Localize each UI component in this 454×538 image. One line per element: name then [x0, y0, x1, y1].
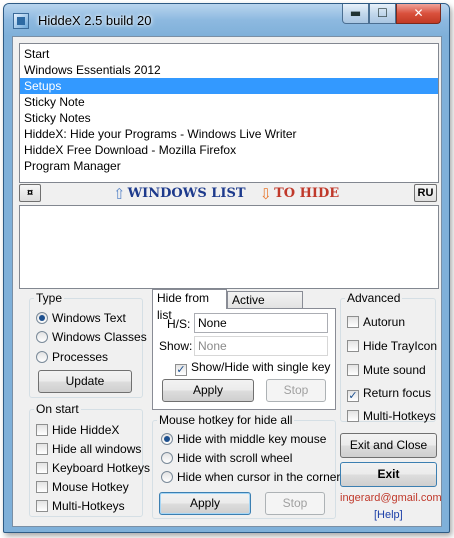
radio-processes[interactable]: Processes: [36, 349, 108, 365]
radio-icon[interactable]: [36, 351, 48, 363]
checkbox-icon[interactable]: [347, 364, 359, 376]
radio-scroll-wheel[interactable]: Hide with scroll wheel: [161, 450, 292, 466]
checkbox-icon[interactable]: [36, 462, 48, 474]
title-bar[interactable]: HiddeX 2.5 build 20 ▬ ☐ ✕: [4, 4, 449, 36]
windows-list-label: WINDOWS LIST: [127, 186, 246, 201]
show-hotkey-field[interactable]: None: [194, 336, 328, 356]
type-group: Type Windows Text Windows Classes Proces…: [29, 291, 147, 398]
list-transfer-bar: ¤ ⇧ WINDOWS LIST ⇩ TO HIDE RU: [19, 184, 439, 204]
check-mute-sound[interactable]: Mute sound: [347, 362, 426, 378]
list-item[interactable]: Start: [20, 46, 438, 62]
radio-windows-classes[interactable]: Windows Classes: [36, 329, 147, 345]
radio-icon[interactable]: [161, 433, 173, 445]
check-single-key[interactable]: ✓ Show/Hide with single key: [175, 359, 330, 376]
mouse-apply-button[interactable]: Apply: [159, 492, 251, 515]
help-link[interactable]: [Help]: [374, 509, 403, 521]
check-return-focus[interactable]: ✓ Return focus: [347, 385, 431, 402]
checkbox-checked-icon[interactable]: ✓: [347, 390, 359, 402]
checkbox-icon[interactable]: [347, 316, 359, 328]
type-group-title: Type: [34, 291, 65, 305]
minimize-button[interactable]: ▬: [342, 4, 369, 24]
checkbox-icon[interactable]: [36, 500, 48, 512]
advanced-group: Advanced Autorun Hide TrayIcon Mute soun…: [340, 291, 437, 424]
on-start-group-title: On start: [34, 402, 81, 416]
windows-list[interactable]: Start Windows Essentials 2012 Setups Sti…: [19, 43, 439, 183]
checkbox-icon[interactable]: [36, 424, 48, 436]
radio-icon[interactable]: [36, 331, 48, 343]
check-mouse-hotkey[interactable]: Mouse Hotkey: [36, 479, 129, 495]
list-item[interactable]: Sticky Notes: [20, 110, 438, 126]
list-item[interactable]: HiddeX Free Download - Mozilla Firefox: [20, 142, 438, 158]
list-item-selected[interactable]: Setups: [20, 78, 438, 94]
advanced-group-title: Advanced: [345, 291, 403, 305]
app-window: HiddeX 2.5 build 20 ▬ ☐ ✕ Start Windows …: [3, 3, 450, 533]
tab-hide-from-list[interactable]: Hide from list: [152, 289, 227, 322]
radio-cursor-corner[interactable]: Hide when cursor in the corner: [161, 469, 340, 485]
caption-buttons: ▬ ☐ ✕: [342, 4, 441, 24]
check-hide-hiddex[interactable]: Hide HiddeX: [36, 422, 119, 438]
list-item[interactable]: Sticky Note: [20, 94, 438, 110]
checkbox-checked-icon[interactable]: ✓: [175, 364, 187, 376]
checkbox-icon[interactable]: [36, 481, 48, 493]
list-item[interactable]: HiddeX: Hide your Programs - Windows Liv…: [20, 126, 438, 142]
check-keyboard-hotkeys[interactable]: Keyboard Hotkeys: [36, 460, 150, 476]
mouse-hotkey-group-title: Mouse hotkey for hide all: [157, 413, 295, 427]
checkbox-icon[interactable]: [347, 410, 359, 422]
show-label: Show:: [159, 339, 193, 353]
radio-icon[interactable]: [161, 452, 173, 464]
check-hide-all-windows[interactable]: Hide all windows: [36, 441, 141, 457]
exit-and-close-button[interactable]: Exit and Close: [340, 433, 437, 458]
transfer-label: ⇧ WINDOWS LIST ⇩ TO HIDE: [113, 184, 339, 204]
app-icon: [13, 13, 29, 29]
radio-windows-text[interactable]: Windows Text: [36, 310, 126, 326]
on-start-group: On start Hide HiddeX Hide all windows Ke…: [29, 402, 150, 517]
check-hide-trayicon[interactable]: Hide TrayIcon: [347, 338, 437, 354]
list-item[interactable]: Windows Essentials 2012: [20, 62, 438, 78]
list-item[interactable]: Program Manager: [20, 158, 438, 174]
mouse-stop-button[interactable]: Stop: [265, 492, 325, 515]
window-title: HiddeX 2.5 build 20: [38, 13, 152, 28]
check-autorun[interactable]: Autorun: [347, 314, 405, 330]
exit-button[interactable]: Exit: [340, 462, 437, 487]
radio-icon[interactable]: [161, 471, 173, 483]
hide-from-list-panel: H/S: None Show: None ✓ Show/Hide with sin…: [152, 308, 336, 410]
arrow-up-icon: ⇧: [113, 185, 126, 203]
check-adv-multi-hotkeys[interactable]: Multi-Hotkeys: [347, 408, 436, 424]
maximize-button[interactable]: ☐: [369, 4, 396, 24]
swap-button[interactable]: ¤: [19, 184, 41, 202]
checkbox-icon[interactable]: [36, 443, 48, 455]
mouse-hotkey-group: Mouse hotkey for hide all Hide with midd…: [152, 413, 340, 519]
check-multi-hotkeys[interactable]: Multi-Hotkeys: [36, 498, 125, 514]
stop-button[interactable]: Stop: [266, 379, 326, 402]
tab-active-window[interactable]: Active window: [227, 291, 303, 324]
radio-icon[interactable]: [36, 312, 48, 324]
hs-hotkey-field[interactable]: None: [194, 313, 328, 333]
apply-button[interactable]: Apply: [162, 379, 254, 402]
update-button[interactable]: Update: [38, 370, 132, 393]
arrow-down-icon: ⇩: [259, 185, 273, 203]
author-email: ingerard@gmail.com: [340, 492, 442, 504]
close-button[interactable]: ✕: [396, 4, 441, 24]
to-hide-label: TO HIDE: [274, 186, 340, 201]
client-area: Start Windows Essentials 2012 Setups Sti…: [12, 36, 442, 527]
checkbox-icon[interactable]: [347, 340, 359, 352]
radio-middle-key[interactable]: Hide with middle key mouse: [161, 431, 326, 447]
language-button[interactable]: RU: [414, 184, 437, 202]
to-hide-list[interactable]: [19, 205, 439, 289]
